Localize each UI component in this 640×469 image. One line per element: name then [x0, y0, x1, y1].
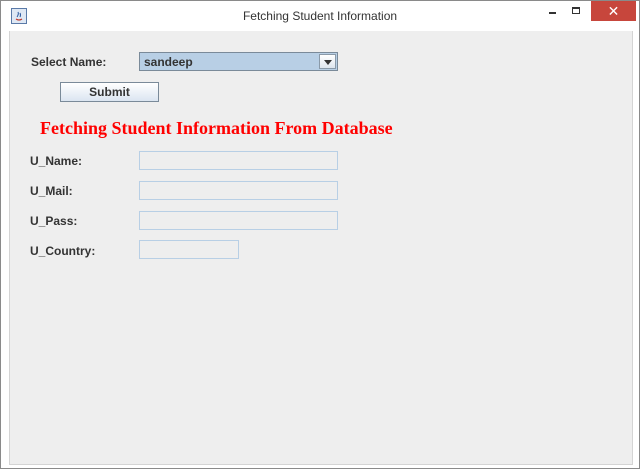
select-name-label: Select Name:: [31, 55, 107, 69]
u-pass-field[interactable]: [139, 211, 338, 230]
maximize-icon: [572, 7, 580, 14]
selected-name-value: sandeep: [144, 55, 193, 69]
u-mail-label: U_Mail:: [30, 184, 73, 198]
minimize-icon: [549, 12, 556, 14]
u-mail-field[interactable]: [139, 181, 338, 200]
title-bar[interactable]: Fetching Student Information ✕: [1, 1, 639, 31]
close-icon: ✕: [607, 3, 620, 19]
u-name-field[interactable]: [139, 151, 338, 170]
maximize-button[interactable]: [567, 1, 589, 23]
close-button[interactable]: ✕: [591, 1, 636, 21]
form-panel: Select Name: sandeep Submit Fetching Stu…: [9, 31, 633, 465]
u-country-field[interactable]: [139, 240, 239, 259]
chevron-down-icon: [324, 60, 332, 65]
page-heading: Fetching Student Information From Databa…: [40, 118, 393, 138]
submit-button[interactable]: Submit: [60, 82, 159, 102]
app-window: Fetching Student Information ✕ Select Na…: [0, 0, 640, 469]
name-select-dropdown[interactable]: sandeep: [139, 52, 338, 71]
dropdown-arrow-button[interactable]: [319, 54, 336, 69]
u-country-label: U_Country:: [30, 244, 96, 258]
minimize-button[interactable]: [539, 1, 567, 23]
u-pass-label: U_Pass:: [30, 214, 78, 228]
u-name-label: U_Name:: [30, 154, 83, 168]
